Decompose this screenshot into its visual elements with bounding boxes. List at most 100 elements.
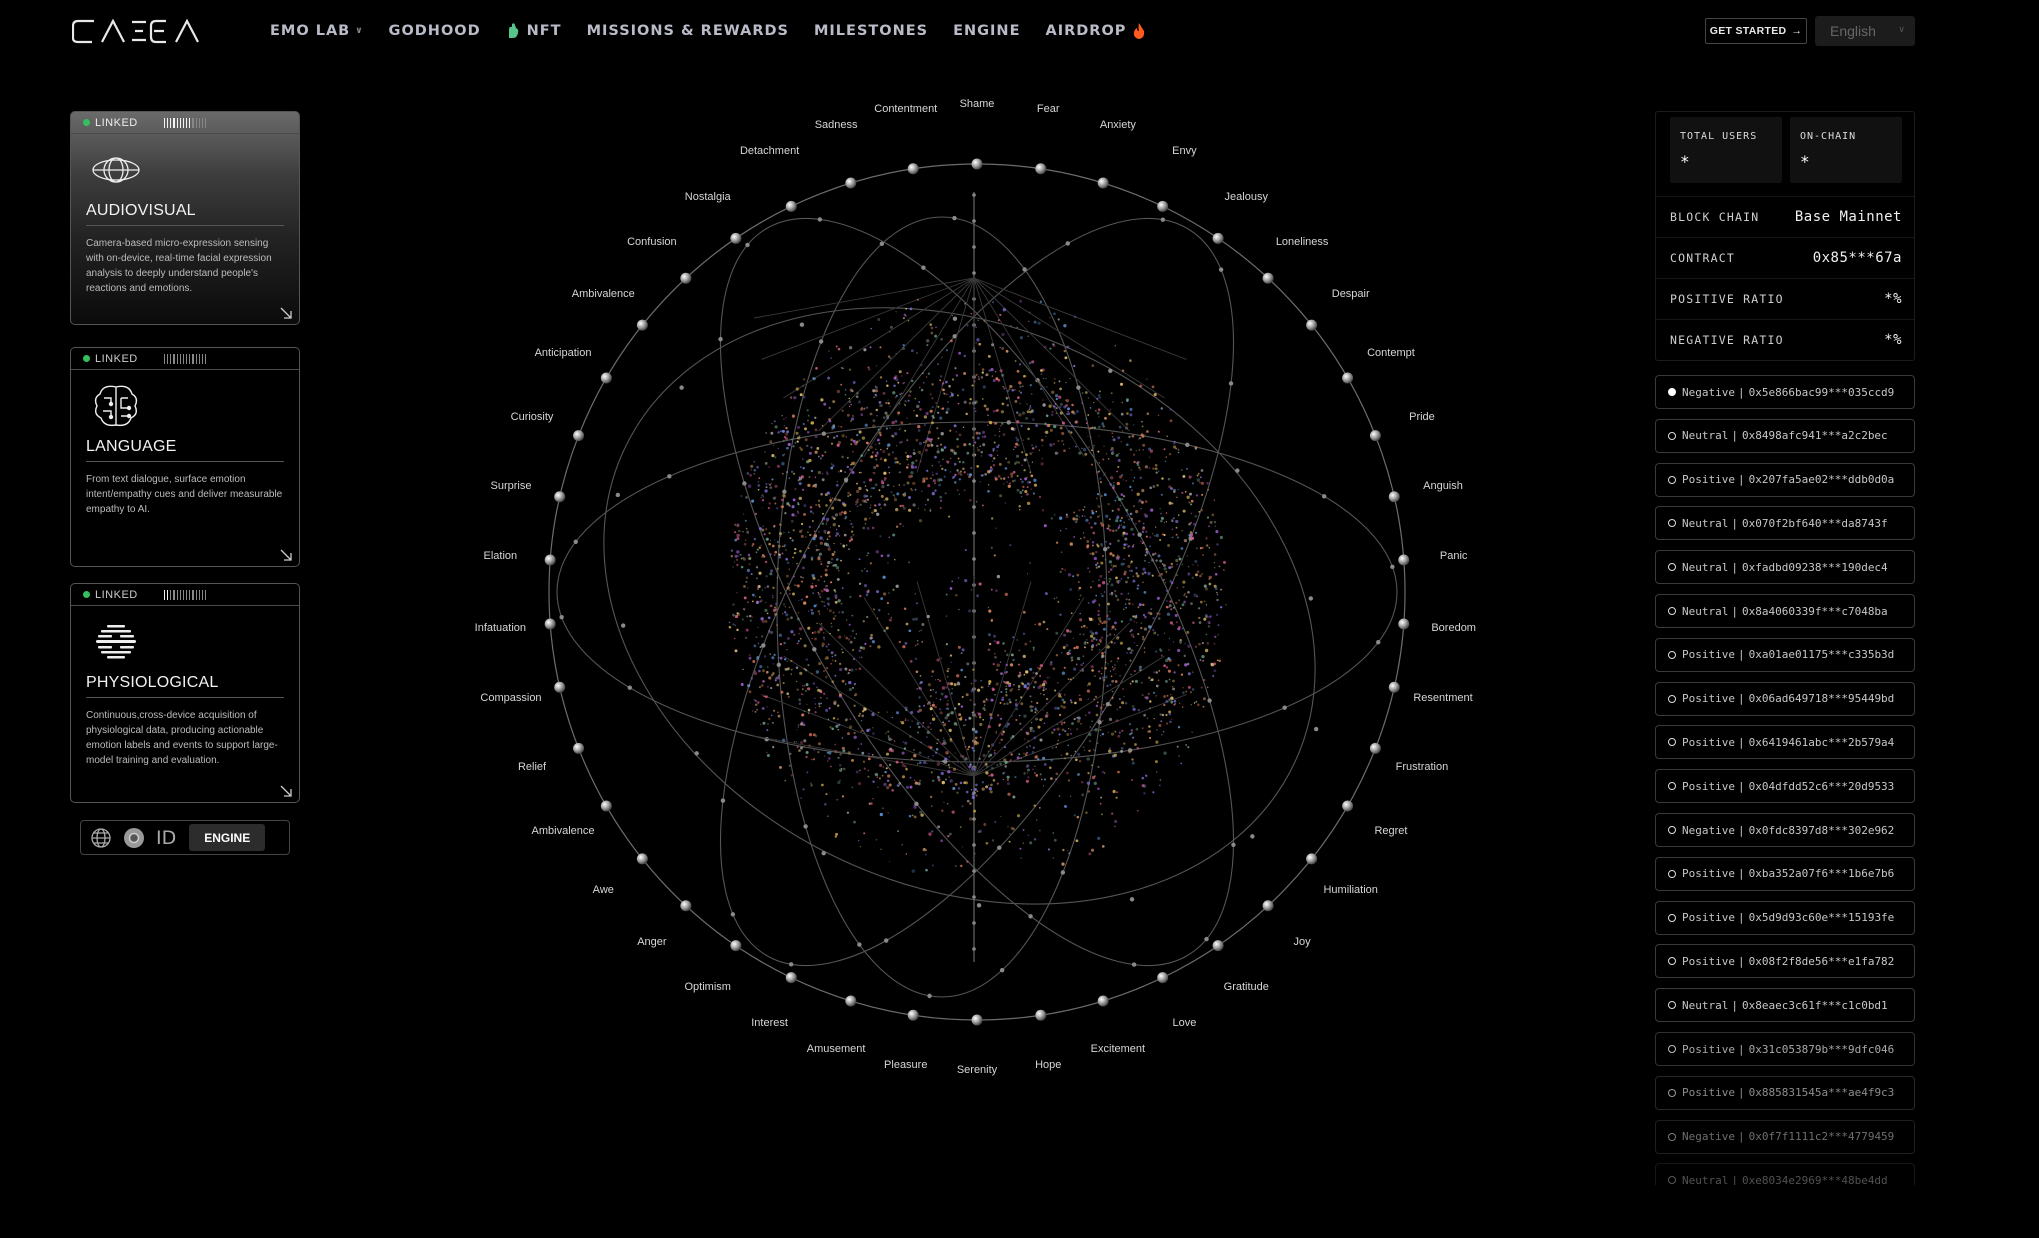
feed-item[interactable]: Positive | 0xa01ae01175***c335b3d (1655, 637, 1915, 672)
emotion-label[interactable]: Fear (1037, 103, 1060, 115)
nav-godhood[interactable]: GODHOOD (389, 22, 481, 39)
emotion-label[interactable]: Awe (593, 884, 614, 896)
nav-milestones[interactable]: MILESTONES (814, 22, 928, 39)
card-physiological[interactable]: LINKED PHYSIOLOGICAL Continuous,cross-de… (70, 583, 300, 803)
emotion-label[interactable]: Amusement (807, 1043, 866, 1055)
emotion-label[interactable]: Loneliness (1276, 236, 1329, 248)
emotion-label[interactable]: Resentment (1413, 692, 1472, 704)
emotion-label[interactable]: Anticipation (535, 347, 592, 359)
emotion-label[interactable]: Interest (751, 1017, 788, 1029)
emotion-label[interactable]: Anxiety (1100, 119, 1136, 131)
feed-item[interactable]: Negative | 0x0f7f1111c2***4779459 (1655, 1119, 1915, 1154)
emotion-label[interactable]: Sadness (815, 119, 858, 131)
emotion-label[interactable]: Elation (484, 550, 518, 562)
separator: | (1737, 385, 1745, 399)
emotion-label[interactable]: Confusion (627, 236, 677, 248)
nav-airdrop[interactable]: AIRDROP (1045, 22, 1145, 39)
emotion-label[interactable]: Jealousy (1225, 191, 1268, 203)
feed-item[interactable]: Neutral | 0x070f2bf640***da8743f (1655, 506, 1915, 541)
emotion-label[interactable]: Compassion (480, 692, 541, 704)
emotion-label[interactable]: Boredom (1431, 622, 1476, 634)
hand-icon (508, 23, 518, 38)
emotion-label[interactable]: Shame (960, 98, 995, 110)
emotion-label[interactable]: Ambivalence (572, 288, 635, 300)
emotion-label[interactable]: Surprise (491, 480, 532, 492)
emotion-node (544, 554, 556, 566)
id-button[interactable]: ID (156, 827, 176, 849)
emotion-label[interactable]: Ambivalence (532, 825, 595, 837)
orbit-node (1006, 420, 1011, 425)
card-language[interactable]: LINKED LANGUAGE From text dialogue, surf… (70, 347, 300, 567)
emotion-label[interactable]: Hope (1035, 1059, 1061, 1071)
nav-engine[interactable]: ENGINE (953, 22, 1020, 39)
emotion-label[interactable]: Joy (1294, 936, 1311, 948)
nav-nft[interactable]: NFT (506, 22, 562, 39)
arrow-down-right-icon[interactable] (279, 306, 293, 320)
emotion-label[interactable]: Excitement (1091, 1043, 1145, 1055)
nav-emo-lab[interactable]: EMO LAB ∨ (270, 22, 364, 39)
emotion-node (1369, 430, 1381, 442)
axis-node (972, 557, 976, 561)
feed-item[interactable]: Neutral | 0x8498afc941***a2c2bec (1655, 418, 1915, 453)
emotion-label[interactable]: Despair (1332, 288, 1370, 300)
feed-item[interactable]: Positive | 0x06ad649718***95449bd (1655, 681, 1915, 716)
contract-value[interactable]: 0x85***67a (1813, 250, 1902, 266)
emotion-label[interactable]: Optimism (684, 981, 730, 993)
emotion-label[interactable]: Infatuation (475, 622, 526, 634)
card-audiovisual[interactable]: LINKED AUDIOVISUAL Camera-based micro-ex… (70, 111, 300, 325)
contract-label: CONTRACT (1670, 250, 1735, 265)
orbit-node (952, 316, 958, 321)
particle-cloud (728, 298, 1227, 873)
feed-item[interactable]: Positive | 0x08f2f8de56***e1fa782 (1655, 944, 1915, 979)
feed-item[interactable]: Neutral | 0xe8034e2969***48be4dd (1655, 1163, 1915, 1185)
nav-missions-label: MISSIONS & REWARDS (586, 22, 789, 39)
separator: | (1737, 823, 1745, 837)
globe-icon[interactable] (90, 827, 112, 849)
feed-item[interactable]: Neutral | 0x8a4060339f***c7048ba (1655, 594, 1915, 628)
emotion-label[interactable]: Detachment (740, 145, 799, 157)
nav-missions[interactable]: MISSIONS & REWARDS (587, 22, 789, 39)
arrow-down-right-icon[interactable] (279, 784, 293, 798)
language-select[interactable]: English ∨ (1815, 16, 1915, 46)
emotion-label[interactable]: Regret (1374, 825, 1407, 837)
feed-item[interactable]: Positive | 0x885831545a***ae4f9c3 (1655, 1075, 1915, 1110)
emotion-label[interactable]: Anger (637, 936, 666, 948)
feed-item[interactable]: Positive | 0x04dfdd52c6***20d9533 (1655, 769, 1915, 804)
card-status: LINKED (95, 588, 138, 601)
emotion-label[interactable]: Anguish (1423, 480, 1463, 492)
engine-button[interactable]: ENGINE (189, 824, 266, 851)
axis-node (972, 921, 976, 925)
emotion-label[interactable]: Curiosity (511, 411, 554, 423)
orbit-node (884, 938, 889, 943)
emotion-label[interactable]: Pleasure (884, 1059, 927, 1071)
feed-item[interactable]: Negative | 0x0fdc8397d8***302e962 (1655, 813, 1915, 847)
feed-item[interactable]: Neutral | 0x8eaec3c61f***c1c0bd1 (1655, 988, 1915, 1023)
brand-logo[interactable] (72, 18, 228, 44)
emotion-label[interactable]: Gratitude (1224, 981, 1269, 993)
feed-item[interactable]: Positive | 0x207fa5ae02***ddb0d0a (1655, 462, 1915, 497)
orbit-node (718, 336, 723, 342)
get-started-button[interactable]: GET STARTED → (1705, 18, 1807, 44)
emotion-label[interactable]: Panic (1440, 550, 1468, 562)
separator: | (1737, 648, 1745, 662)
feed-item[interactable]: Positive | 0x6419461abc***2b579a4 (1655, 725, 1915, 760)
feed-item[interactable]: Positive | 0x31c053879b***9dfc046 (1655, 1032, 1915, 1066)
feed-sentiment: Negative (1682, 823, 1735, 837)
emotion-label[interactable]: Serenity (957, 1064, 997, 1076)
emotion-label[interactable]: Envy (1172, 145, 1196, 157)
emotion-label[interactable]: Contentment (874, 103, 937, 115)
emotion-label[interactable]: Frustration (1396, 761, 1449, 773)
emotion-label[interactable]: Humiliation (1323, 884, 1377, 896)
emotion-label[interactable]: Pride (1409, 411, 1435, 423)
emotion-label[interactable]: Love (1172, 1017, 1196, 1029)
feed-item[interactable]: Positive | 0x5d9d93c60e***15193fe (1655, 900, 1915, 935)
arrow-down-right-icon[interactable] (279, 548, 293, 562)
emotion-label[interactable]: Nostalgia (685, 191, 731, 203)
feed-item[interactable]: Neutral | 0xfadbd09238***190dec4 (1655, 550, 1915, 585)
feed-item[interactable]: Positive | 0xba352a07f6***1b6e7b6 (1655, 856, 1915, 891)
emotion-label[interactable]: Contempt (1367, 347, 1415, 359)
feed-item[interactable]: Negative | 0x5e866bac99***035ccd9 (1655, 375, 1915, 409)
emotion-sphere[interactable]: Shame Fear Anxiety Envy Jealousy Loneliness De… (450, 98, 1510, 1076)
chrome-icon[interactable] (123, 827, 145, 849)
emotion-label[interactable]: Relief (518, 761, 546, 773)
